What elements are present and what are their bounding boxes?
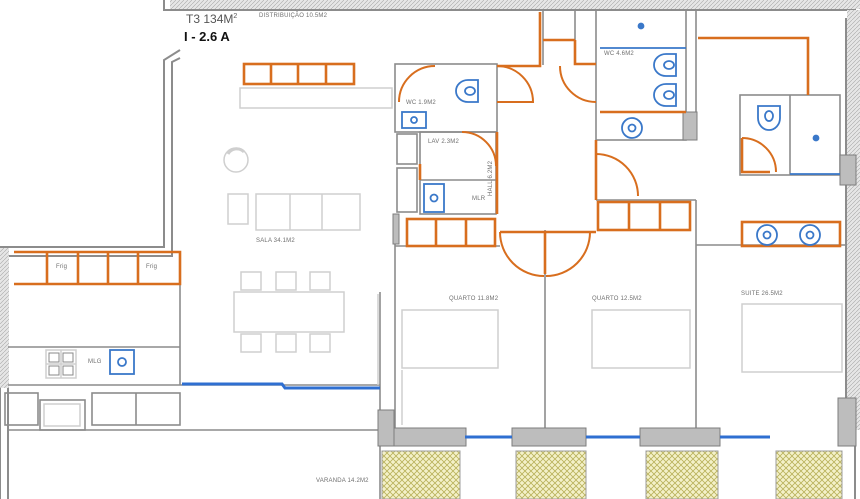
left-wall [0,248,9,388]
wall-stubs [377,111,857,447]
room-suite: SUITE 26.5M2 [741,291,783,297]
area: 134M [203,12,234,26]
right-wall [847,10,860,430]
room-varanda: VARANDA 14.2M2 [316,478,369,484]
area-superscript: 2 [233,13,238,20]
label-mlr: MLR [472,196,486,202]
interior-walls [4,9,846,499]
room-quarto-2: QUARTO 12.5M2 [592,296,642,302]
room-wc-1: WC 1.9M2 [406,100,436,106]
top-wall [170,0,860,9]
room-wc-2: WC 4.6M2 [604,51,634,57]
unit-label: I - 2.6 A [184,29,230,44]
label-frig-2: Frig [146,264,158,270]
label-frig-1: Frig [56,264,68,270]
floor-plan [0,0,860,499]
planters [381,450,843,499]
room-quarto-1: QUARTO 11.8M2 [449,296,499,302]
room-lav: LAV 2.3M2 [428,139,460,145]
room-sala: SALA 34.1M2 [256,238,295,244]
label-mlg: MLG [88,359,102,365]
carpentry [14,12,842,286]
exterior-walls [0,0,856,499]
room-distribuicao: DISTRIBUIÇÃO 10.5M2 [259,13,328,19]
typology-label: T3 134M2 [186,12,237,26]
room-hall: HALL 6.2M2 [488,160,494,196]
typology: T3 [186,12,201,26]
